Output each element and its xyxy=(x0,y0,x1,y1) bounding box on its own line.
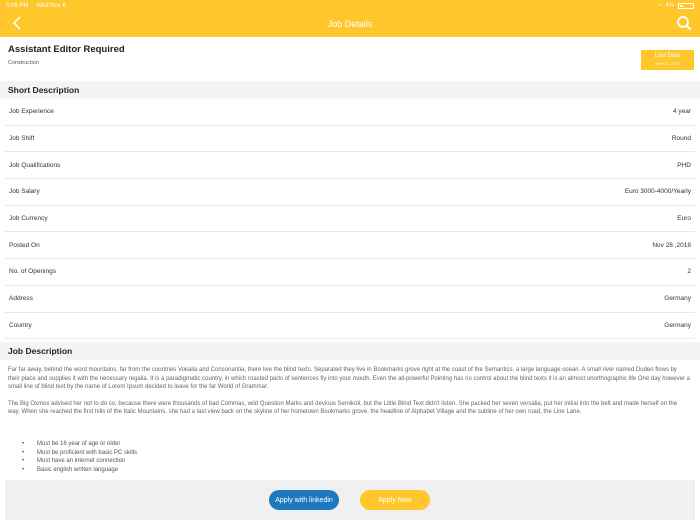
job-category: Construction xyxy=(8,60,39,66)
status-right: ◔ 4% xyxy=(657,2,694,9)
detail-label: Job Currency xyxy=(9,215,48,223)
list-item: • Basic english written language xyxy=(22,466,322,475)
requirement-text: Must have an internet connection xyxy=(37,458,126,465)
bullet-icon: • xyxy=(22,441,25,447)
short-description-heading: Short Description xyxy=(0,81,700,99)
status-time: 5:06 PM xyxy=(6,2,29,9)
detail-value: Euro 3000-4000/Yearly xyxy=(624,188,691,196)
detail-label: Job Salary xyxy=(9,188,40,196)
detail-label: Job Shift xyxy=(9,135,35,143)
detail-value: Germany xyxy=(664,295,691,303)
search-icon[interactable] xyxy=(676,15,692,31)
wifi-icon: ◔ xyxy=(657,2,662,9)
job-description-heading: Job Description xyxy=(0,342,700,360)
detail-row: Job Currency Euro xyxy=(5,206,695,233)
bullet-icon: • xyxy=(22,466,25,473)
page-title: Job Details xyxy=(327,19,373,29)
detail-value: 2 xyxy=(687,268,691,276)
status-bar: 5:06 PM Wed Nov 6 ◔ 4% xyxy=(0,0,700,11)
detail-label: Country xyxy=(9,321,32,329)
detail-value: Germany xyxy=(664,321,691,329)
detail-row: Country Germany xyxy=(5,313,695,340)
requirement-text: Must be proficient with basic PC skills xyxy=(37,449,138,456)
detail-row: Job Qualifications PHD xyxy=(5,152,695,180)
requirements-list: • Must be 16 year of age or older • Must b… xyxy=(22,440,322,474)
job-description-text: Far far away, behind the word mountains,… xyxy=(8,366,690,425)
detail-label: Job Qualifications xyxy=(9,161,61,169)
detail-row: Job Salary Euro 3000-4000/Yearly xyxy=(5,179,695,206)
detail-value: PHD xyxy=(677,161,691,169)
apply-linkedin-button[interactable]: Apply with linkedin xyxy=(269,490,339,510)
list-item: • Must be 16 year of age or older xyxy=(22,440,322,449)
detail-value: Nov 28 ,2018 xyxy=(652,241,691,249)
list-item: • Must have an internet connection xyxy=(22,457,322,466)
detail-row: Job Shift Round xyxy=(5,126,695,153)
list-item: • Must be proficient with basic PC skills xyxy=(22,449,322,458)
detail-row: Job Experience 4 year xyxy=(5,99,695,126)
last-date-value: April 11, 2024 xyxy=(655,61,680,66)
job-header: Assistant Editor Required Construction L… xyxy=(0,37,700,81)
last-date-badge: Last Date April 11, 2024 xyxy=(641,50,694,70)
detail-value: 4 year xyxy=(672,108,691,116)
details-list: Job Experience 4 year Job Shift Round Jo… xyxy=(5,99,695,340)
apply-now-button[interactable]: Apply Now xyxy=(360,490,430,510)
navbar: Job Details xyxy=(0,11,700,37)
bullet-icon: • xyxy=(22,458,25,465)
battery-percent: 4% xyxy=(665,2,674,9)
detail-row: No. of Openings 2 xyxy=(5,259,695,286)
detail-row: Address Germany xyxy=(5,286,695,313)
description-paragraph: Far far away, behind the word mountains,… xyxy=(8,367,690,391)
last-date-label: Last Date xyxy=(654,53,681,59)
job-title: Assistant Editor Required xyxy=(8,44,125,55)
requirement-text: Must be 16 year of age or older xyxy=(37,441,121,447)
status-date: Wed Nov 6 xyxy=(36,2,66,9)
detail-value: Round xyxy=(671,135,691,143)
detail-label: No. of Openings xyxy=(9,268,56,276)
action-footer: Apply with linkedin Apply Now xyxy=(5,480,695,520)
detail-value: Euro xyxy=(677,215,691,223)
battery-icon xyxy=(678,2,694,9)
description-paragraph: The Big Oxmox advised her not to do so, … xyxy=(8,400,678,416)
detail-label: Address xyxy=(9,295,33,303)
bullet-icon: • xyxy=(22,449,25,456)
detail-label: Job Experience xyxy=(9,108,54,116)
chevron-left-icon[interactable] xyxy=(10,15,24,31)
detail-label: Posted On xyxy=(9,241,40,249)
requirement-text: Basic english written language xyxy=(37,466,119,473)
detail-row: Posted On Nov 28 ,2018 xyxy=(5,232,695,260)
